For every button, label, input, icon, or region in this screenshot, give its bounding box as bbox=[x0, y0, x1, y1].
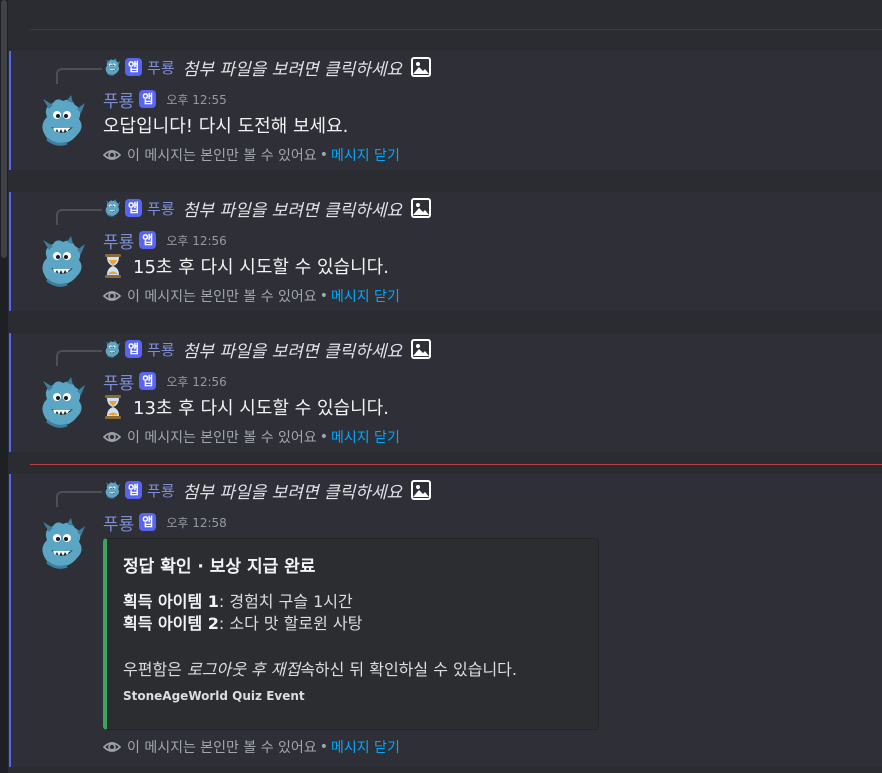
item-2-value: : 소다 맛 할로윈 사탕 bbox=[218, 614, 363, 633]
app-badge: 앱 bbox=[139, 231, 157, 249]
eye-icon bbox=[103, 146, 121, 164]
item-2-label: 획득 아이템 2 bbox=[123, 614, 219, 633]
ephemeral-text: 이 메시지는 본인만 볼 수 있어요 bbox=[127, 148, 317, 164]
timestamp[interactable]: 오후 12:55 bbox=[166, 91, 226, 108]
reply-connector bbox=[56, 209, 102, 225]
reply-connector bbox=[56, 350, 102, 366]
message-header: 푸룡 앱 오후 12:56 bbox=[103, 369, 227, 394]
message[interactable]: 앱 푸룡 첨부 파일을 보려면 클릭하세요 푸룡 앱 오후 12:58 정답 확… bbox=[9, 474, 882, 767]
ephemeral-notice: 이 메시지는 본인만 볼 수 있어요 • 메시지 닫기 bbox=[103, 286, 400, 306]
eye-icon bbox=[103, 428, 121, 446]
eye-icon bbox=[103, 287, 121, 305]
author-name[interactable]: 푸룡 bbox=[103, 87, 134, 112]
reply-author[interactable]: 푸룡 bbox=[147, 480, 175, 501]
ephemeral-text: 이 메시지는 본인만 볼 수 있어요 bbox=[127, 740, 317, 756]
message-text: 오답입니다! 다시 도전해 보세요. bbox=[103, 116, 349, 137]
reply-text[interactable]: 첨부 파일을 보려면 클릭하세요 bbox=[183, 478, 403, 503]
separator: • bbox=[319, 739, 328, 755]
hourglass-icon bbox=[103, 254, 123, 278]
dragon-avatar-icon bbox=[103, 199, 121, 217]
app-badge: 앱 bbox=[139, 513, 157, 531]
reply-author[interactable]: 푸룡 bbox=[147, 339, 175, 360]
dismiss-message-link[interactable]: 메시지 닫기 bbox=[331, 427, 400, 447]
dragon-avatar-icon[interactable] bbox=[37, 236, 85, 288]
author-name[interactable]: 푸룡 bbox=[103, 510, 134, 535]
dragon-avatar-icon[interactable] bbox=[37, 377, 85, 429]
app-badge: 앱 bbox=[139, 90, 157, 108]
reward-embed: 정답 확인 · 보상 지급 완료 획득 아이템 1: 경험치 구슬 1시간 획득… bbox=[103, 538, 599, 730]
message-text: 15초 후 다시 시도할 수 있습니다. bbox=[133, 257, 389, 278]
ephemeral-text: 이 메시지는 본인만 볼 수 있어요 bbox=[127, 430, 317, 446]
dragon-avatar-icon bbox=[103, 481, 121, 499]
reply-text[interactable]: 첨부 파일을 보려면 클릭하세요 bbox=[183, 55, 403, 80]
dragon-avatar-icon[interactable] bbox=[37, 518, 85, 570]
reply-connector bbox=[56, 68, 102, 84]
embed-mail-notice: 우편함은 로그아웃 후 재접속하신 뒤 확인하실 수 있습니다. bbox=[123, 656, 517, 680]
dismiss-message-link[interactable]: 메시지 닫기 bbox=[331, 286, 400, 306]
reply-reference[interactable]: 앱 푸룡 첨부 파일을 보려면 클릭하세요 bbox=[103, 196, 432, 221]
eye-icon bbox=[103, 738, 121, 756]
dragon-avatar-icon[interactable] bbox=[37, 95, 85, 147]
image-icon[interactable] bbox=[410, 338, 432, 360]
scrollbar[interactable] bbox=[0, 0, 8, 773]
timestamp[interactable]: 오후 12:58 bbox=[166, 514, 226, 531]
app-badge: 앱 bbox=[125, 58, 143, 76]
scrollbar-thumb[interactable] bbox=[1, 0, 7, 258]
image-icon[interactable] bbox=[410, 479, 432, 501]
reply-connector bbox=[56, 491, 102, 507]
dragon-avatar-icon bbox=[103, 58, 121, 76]
reply-text[interactable]: 첨부 파일을 보려면 클릭하세요 bbox=[183, 337, 403, 362]
reply-text[interactable]: 첨부 파일을 보려면 클릭하세요 bbox=[183, 196, 403, 221]
hourglass-icon bbox=[103, 395, 123, 419]
item-1-value: : 경험치 구슬 1시간 bbox=[218, 592, 353, 611]
new-messages-divider bbox=[30, 464, 882, 465]
author-name[interactable]: 푸룡 bbox=[103, 228, 134, 253]
message-header: 푸룡 앱 오후 12:56 bbox=[103, 228, 227, 253]
message-header: 푸룡 앱 오후 12:58 bbox=[103, 510, 227, 535]
reply-author[interactable]: 푸룡 bbox=[147, 198, 175, 219]
ephemeral-text: 이 메시지는 본인만 볼 수 있어요 bbox=[127, 289, 317, 305]
message-content: 13초 후 다시 시도할 수 있습니다. bbox=[103, 395, 389, 419]
reply-reference[interactable]: 앱 푸룡 첨부 파일을 보려면 클릭하세요 bbox=[103, 478, 432, 503]
embed-item-2: 획득 아이템 2: 소다 맛 할로윈 사탕 bbox=[123, 610, 362, 634]
ephemeral-notice: 이 메시지는 본인만 볼 수 있어요 • 메시지 닫기 bbox=[103, 737, 400, 757]
reply-reference[interactable]: 앱 푸룡 첨부 파일을 보려면 클릭하세요 bbox=[103, 337, 432, 362]
ephemeral-notice: 이 메시지는 본인만 볼 수 있어요 • 메시지 닫기 bbox=[103, 427, 400, 447]
separator: • bbox=[319, 288, 328, 304]
mail-italic: 로그아웃 후 재접 bbox=[186, 660, 301, 679]
app-badge: 앱 bbox=[125, 340, 143, 358]
mail-prefix: 우편함은 bbox=[123, 660, 187, 679]
embed-title: 정답 확인 · 보상 지급 완료 bbox=[123, 557, 316, 577]
dragon-avatar-icon bbox=[103, 340, 121, 358]
image-icon[interactable] bbox=[410, 197, 432, 219]
dismiss-message-link[interactable]: 메시지 닫기 bbox=[331, 737, 400, 757]
embed-footer: StoneAgeWorld Quiz Event bbox=[123, 689, 305, 703]
message-text: 13초 후 다시 시도할 수 있습니다. bbox=[133, 398, 389, 419]
channel-top-area bbox=[0, 0, 882, 48]
item-1-label: 획득 아이템 1 bbox=[123, 592, 219, 611]
embed-item-1: 획득 아이템 1: 경험치 구슬 1시간 bbox=[123, 588, 353, 612]
message[interactable]: 앱 푸룡 첨부 파일을 보려면 클릭하세요 푸룡 앱 오후 12:55 오답입니… bbox=[9, 51, 882, 170]
timestamp[interactable]: 오후 12:56 bbox=[166, 373, 226, 390]
app-badge: 앱 bbox=[125, 481, 143, 499]
image-icon[interactable] bbox=[410, 56, 432, 78]
message-divider bbox=[30, 29, 882, 30]
mail-suffix: 속하신 뒤 확인하실 수 있습니다. bbox=[300, 660, 517, 679]
separator: • bbox=[319, 147, 328, 163]
reply-author[interactable]: 푸룡 bbox=[147, 57, 175, 78]
author-name[interactable]: 푸룡 bbox=[103, 369, 134, 394]
app-badge: 앱 bbox=[125, 199, 143, 217]
reply-reference[interactable]: 앱 푸룡 첨부 파일을 보려면 클릭하세요 bbox=[103, 55, 432, 80]
separator: • bbox=[319, 429, 328, 445]
message-header: 푸룡 앱 오후 12:55 bbox=[103, 87, 227, 112]
ephemeral-notice: 이 메시지는 본인만 볼 수 있어요 • 메시지 닫기 bbox=[103, 145, 400, 165]
timestamp[interactable]: 오후 12:56 bbox=[166, 232, 226, 249]
dismiss-message-link[interactable]: 메시지 닫기 bbox=[331, 145, 400, 165]
message[interactable]: 앱 푸룡 첨부 파일을 보려면 클릭하세요 푸룡 앱 오후 12:56 13초 … bbox=[9, 333, 882, 452]
message-content: 15초 후 다시 시도할 수 있습니다. bbox=[103, 254, 389, 278]
app-badge: 앱 bbox=[139, 372, 157, 390]
message-content: 오답입니다! 다시 도전해 보세요. bbox=[103, 113, 348, 137]
message[interactable]: 앱 푸룡 첨부 파일을 보려면 클릭하세요 푸룡 앱 오후 12:56 15초 … bbox=[9, 192, 882, 311]
